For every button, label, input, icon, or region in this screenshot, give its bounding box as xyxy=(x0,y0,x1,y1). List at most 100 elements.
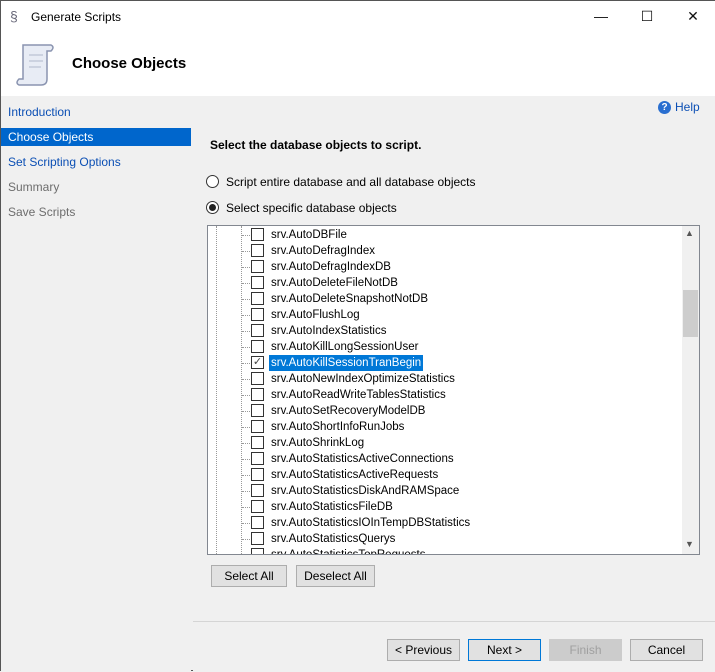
nav-item-introduction[interactable]: Introduction xyxy=(1,103,191,121)
object-name[interactable]: srv.AutoStatisticsActiveRequests xyxy=(269,467,440,483)
tree-item[interactable]: srv.AutoDeleteFileNotDB xyxy=(208,275,678,291)
checkbox[interactable] xyxy=(251,532,264,545)
radio-label: Select specific database objects xyxy=(226,201,397,215)
title-bar: § Generate Scripts — ☐ ✕ xyxy=(1,1,715,33)
checkbox[interactable] xyxy=(251,516,264,529)
select-all-button[interactable]: Select All xyxy=(211,565,287,587)
help-icon: ? xyxy=(658,100,671,114)
checkbox[interactable] xyxy=(251,468,264,481)
tree-item[interactable]: srv.AutoDBFile xyxy=(208,227,678,243)
object-name[interactable]: srv.AutoReadWriteTablesStatistics xyxy=(269,387,448,403)
tree-item[interactable]: srv.AutoShortInfoRunJobs xyxy=(208,419,678,435)
checkbox[interactable] xyxy=(251,244,264,257)
tree-connector xyxy=(242,411,250,412)
nav-item-set-scripting-options[interactable]: Set Scripting Options xyxy=(1,153,191,171)
radio-button[interactable] xyxy=(206,175,219,188)
previous-button[interactable]: < Previous xyxy=(387,639,460,661)
checkbox[interactable] xyxy=(251,324,264,337)
object-name[interactable]: srv.AutoStatisticsDiskAndRAMSpace xyxy=(269,483,461,499)
tree-item[interactable]: srv.AutoSetRecoveryModelDB xyxy=(208,403,678,419)
tree-item[interactable]: srv.AutoStatisticsTopRequests xyxy=(208,547,678,554)
object-name[interactable]: srv.AutoStatisticsActiveConnections xyxy=(269,451,456,467)
checkbox[interactable] xyxy=(251,452,264,465)
cancel-button[interactable]: Cancel xyxy=(630,639,703,661)
tree-item[interactable]: srv.AutoIndexStatistics xyxy=(208,323,678,339)
next-button[interactable]: Next > xyxy=(468,639,541,661)
scrollbar-thumb[interactable] xyxy=(683,290,698,337)
tree-connector xyxy=(242,347,250,348)
tree-item[interactable]: srv.AutoStatisticsDiskAndRAMSpace xyxy=(208,483,678,499)
nav-item-summary: Summary xyxy=(8,180,60,194)
vertical-scrollbar[interactable]: ▲ ▼ xyxy=(682,226,699,554)
deselect-all-button[interactable]: Deselect All xyxy=(296,565,375,587)
object-name[interactable]: srv.AutoStatisticsQuerys xyxy=(269,531,397,547)
checkbox[interactable] xyxy=(251,276,264,289)
object-name[interactable]: srv.AutoKillSessionTranBegin xyxy=(269,355,424,371)
minimize-button[interactable]: — xyxy=(578,1,624,31)
tree-connector xyxy=(242,395,250,396)
checkbox[interactable] xyxy=(251,228,264,241)
checkbox[interactable] xyxy=(251,484,264,497)
maximize-button[interactable]: ☐ xyxy=(624,1,670,31)
scroll-icon: § xyxy=(10,8,18,24)
tree-item[interactable]: srv.AutoNewIndexOptimizeStatistics xyxy=(208,371,678,387)
radio-label: Script entire database and all database … xyxy=(226,175,476,189)
checkbox[interactable] xyxy=(251,420,264,433)
window-title: Generate Scripts xyxy=(31,10,122,24)
close-button[interactable]: ✕ xyxy=(670,1,715,31)
object-name[interactable]: srv.AutoStatisticsIOInTempDBStatistics xyxy=(269,515,472,531)
finish-button[interactable]: Finish xyxy=(549,639,622,661)
checkbox[interactable] xyxy=(251,436,264,449)
object-name[interactable]: srv.AutoDBFile xyxy=(269,227,349,243)
tree-item[interactable]: srv.AutoStatisticsIOInTempDBStatistics xyxy=(208,515,678,531)
checkbox[interactable] xyxy=(251,308,264,321)
scroll-down-arrow-icon[interactable]: ▼ xyxy=(685,539,694,549)
tree-item[interactable]: srv.AutoDefragIndexDB xyxy=(208,259,678,275)
tree-connector xyxy=(242,523,250,524)
checkbox[interactable] xyxy=(251,548,264,554)
tree-item[interactable]: srv.AutoFlushLog xyxy=(208,307,678,323)
object-name[interactable]: srv.AutoShrinkLog xyxy=(269,435,366,451)
object-name[interactable]: srv.AutoFlushLog xyxy=(269,307,362,323)
object-name[interactable]: srv.AutoStatisticsFileDB xyxy=(269,499,395,515)
tree-item[interactable]: srv.AutoShrinkLog xyxy=(208,435,678,451)
scroll-up-arrow-icon[interactable]: ▲ xyxy=(685,228,694,238)
objects-tree[interactable]: srv.AutoDBFile srv.AutoDefragIndex srv.Aut… xyxy=(207,225,700,555)
checkbox[interactable] xyxy=(251,500,264,513)
object-name[interactable]: srv.AutoDeleteSnapshotNotDB xyxy=(269,291,430,307)
instruction-text: Select the database objects to script. xyxy=(210,138,422,152)
object-name[interactable]: srv.AutoSetRecoveryModelDB xyxy=(269,403,427,419)
checkbox[interactable] xyxy=(251,260,264,273)
tree-item[interactable]: ✓ srv.AutoKillSessionTranBegin xyxy=(208,355,678,371)
page-header: Choose Objects xyxy=(1,33,715,96)
checkbox[interactable] xyxy=(251,388,264,401)
checkbox[interactable]: ✓ xyxy=(251,356,264,369)
object-name[interactable]: srv.AutoShortInfoRunJobs xyxy=(269,419,406,435)
radio-button[interactable] xyxy=(206,201,219,214)
tree-item[interactable]: srv.AutoReadWriteTablesStatistics xyxy=(208,387,678,403)
object-name[interactable]: srv.AutoNewIndexOptimizeStatistics xyxy=(269,371,457,387)
tree-item[interactable]: srv.AutoDefragIndex xyxy=(208,243,678,259)
tree-item[interactable]: srv.AutoDeleteSnapshotNotDB xyxy=(208,291,678,307)
tree-item[interactable]: srv.AutoKillLongSessionUser xyxy=(208,339,678,355)
object-name[interactable]: srv.AutoStatisticsTopRequests xyxy=(269,547,427,554)
checkbox[interactable] xyxy=(251,404,264,417)
tree-item[interactable]: srv.AutoStatisticsActiveRequests xyxy=(208,467,678,483)
object-name[interactable]: srv.AutoDefragIndex xyxy=(269,243,377,259)
help-label: Help xyxy=(675,100,700,114)
tree-connector xyxy=(242,363,250,364)
page-title: Choose Objects xyxy=(72,55,187,72)
checkbox[interactable] xyxy=(251,340,264,353)
object-name[interactable]: srv.AutoDefragIndexDB xyxy=(269,259,393,275)
help-link[interactable]: ? Help xyxy=(658,100,700,114)
checkbox[interactable] xyxy=(251,372,264,385)
object-name[interactable]: srv.AutoDeleteFileNotDB xyxy=(269,275,400,291)
object-name[interactable]: srv.AutoIndexStatistics xyxy=(269,323,388,339)
tree-item[interactable]: srv.AutoStatisticsQuerys xyxy=(208,531,678,547)
tree-item[interactable]: srv.AutoStatisticsFileDB xyxy=(208,499,678,515)
checkbox[interactable] xyxy=(251,292,264,305)
nav-item-choose-objects[interactable]: Choose Objects xyxy=(1,128,191,146)
footer-divider xyxy=(193,621,715,622)
tree-item[interactable]: srv.AutoStatisticsActiveConnections xyxy=(208,451,678,467)
object-name[interactable]: srv.AutoKillLongSessionUser xyxy=(269,339,420,355)
